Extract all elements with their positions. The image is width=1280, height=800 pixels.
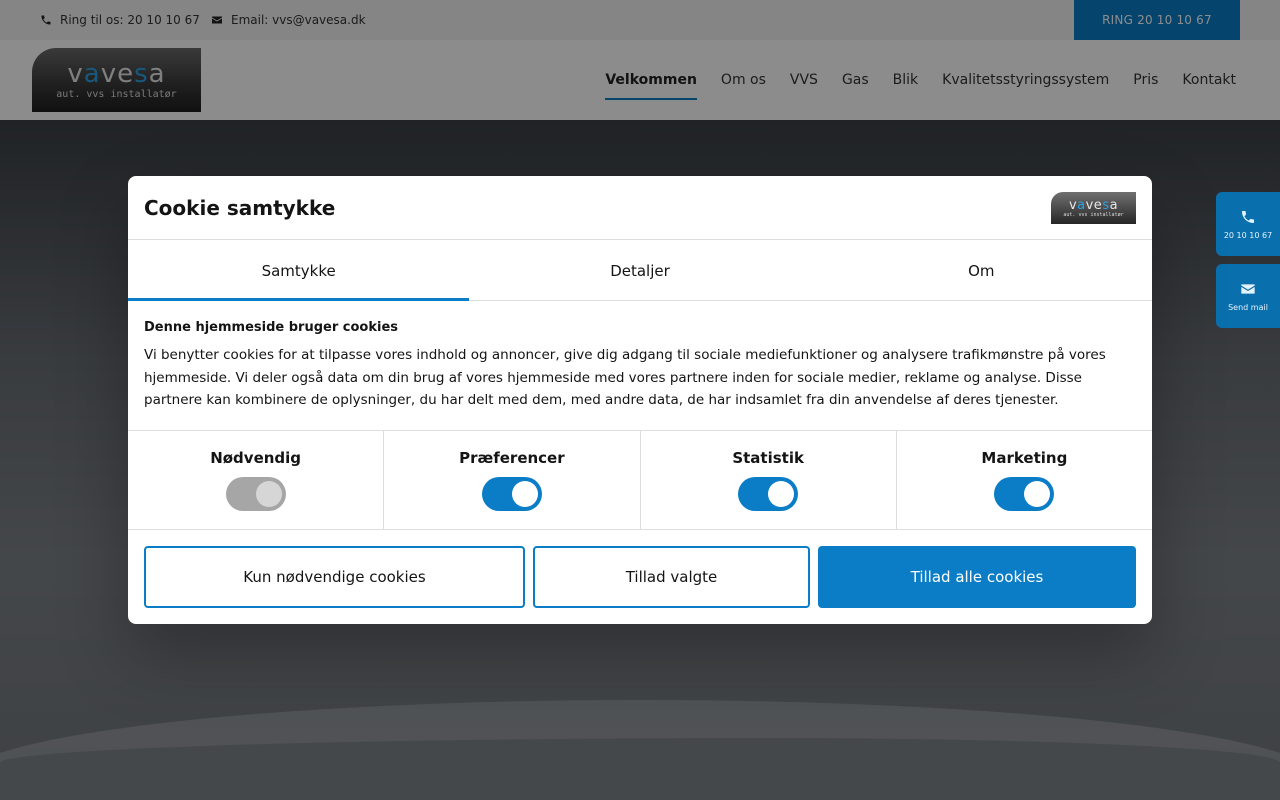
phone-icon <box>1242 210 1254 223</box>
logo-wordmark: vavesa <box>1068 197 1119 213</box>
cookie-tabs: Samtykke Detaljer Om <box>128 241 1152 301</box>
cookie-description: Denne hjemmeside bruger cookies Vi benyt… <box>144 320 1136 412</box>
side-call-label: 20 10 10 67 <box>1223 230 1273 240</box>
category-label: Præferencer <box>459 449 565 467</box>
statistics-toggle[interactable] <box>738 477 799 511</box>
tab-detaljer[interactable]: Detaljer <box>469 241 810 300</box>
cookie-text: Vi benytter cookies for at tilpasse vore… <box>144 347 1106 408</box>
marketing-toggle[interactable] <box>994 477 1055 511</box>
category-marketing: Marketing <box>897 431 1152 529</box>
category-label: Nødvendig <box>210 449 302 467</box>
preferences-toggle[interactable] <box>481 477 542 511</box>
necessary-only-button[interactable]: Kun nødvendige cookies <box>144 546 525 608</box>
allow-selected-button[interactable]: Tillad valgte <box>533 546 810 608</box>
category-necessary: Nødvendig <box>128 431 385 529</box>
cookie-categories: Nødvendig Præferencer Statistik Marketin… <box>128 430 1152 530</box>
side-mail-button[interactable]: Send mail <box>1216 264 1280 328</box>
tab-samtykke[interactable]: Samtykke <box>128 241 470 301</box>
cookie-dialog-logo: vavesa aut. vvs installatør <box>1051 192 1136 224</box>
necessary-toggle <box>225 477 286 511</box>
allow-all-button[interactable]: Tillad alle cookies <box>818 546 1136 608</box>
category-statistics: Statistik <box>641 431 897 529</box>
cookie-heading: Denne hjemmeside bruger cookies <box>144 320 398 335</box>
side-call-button[interactable]: 20 10 10 67 <box>1216 192 1280 256</box>
cookie-actions: Kun nødvendige cookies Tillad valgte Til… <box>144 546 1136 608</box>
category-label: Marketing <box>981 449 1068 467</box>
envelope-icon <box>1241 283 1255 294</box>
cookie-dialog-header: Cookie samtykke vavesa aut. vvs installa… <box>128 176 1152 240</box>
cookie-dialog-title: Cookie samtykke <box>144 196 336 220</box>
tab-om[interactable]: Om <box>811 241 1152 300</box>
logo-tagline: aut. vvs installatør <box>1063 211 1124 218</box>
side-mail-label: Send mail <box>1228 302 1268 312</box>
category-label: Statistik <box>732 449 804 467</box>
cookie-dialog: Cookie samtykke vavesa aut. vvs installa… <box>128 176 1152 624</box>
category-preferences: Præferencer <box>384 431 641 529</box>
